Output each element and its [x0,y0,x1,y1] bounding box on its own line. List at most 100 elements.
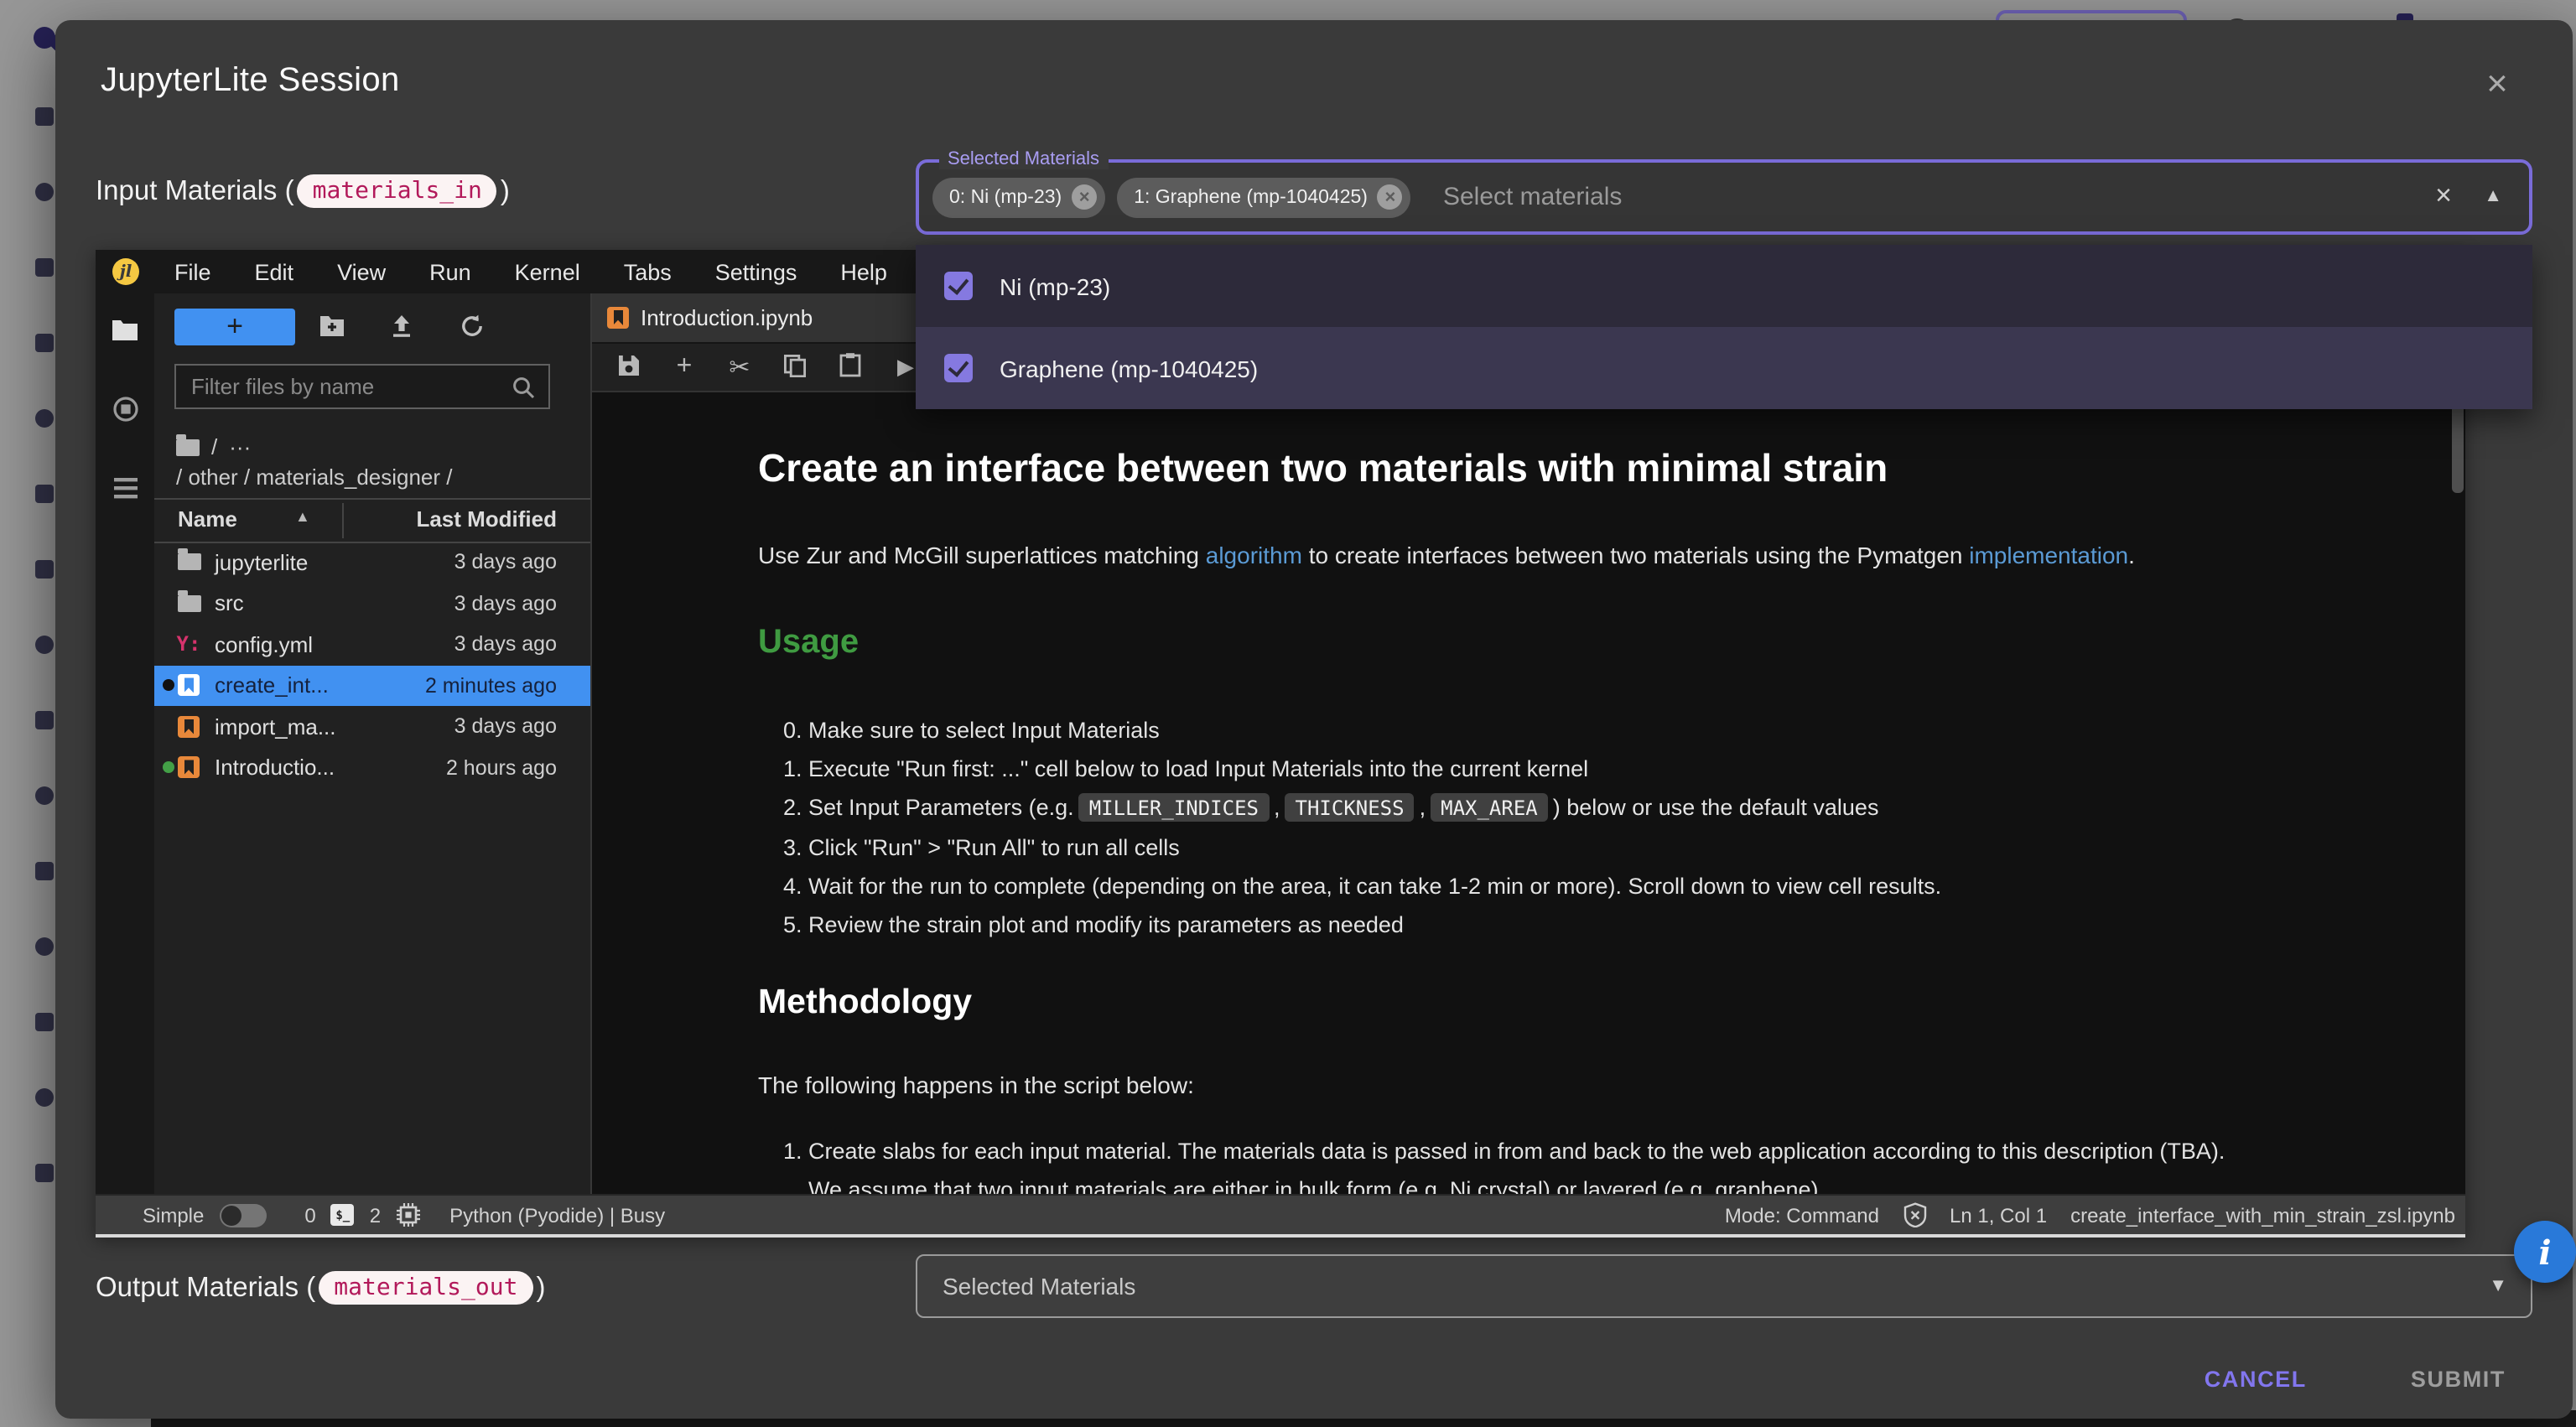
usage-item: 1. Execute "Run first: ..." cell below t… [783,750,1941,788]
menu-file[interactable]: File [153,259,233,284]
simple-mode-toggle[interactable] [219,1203,266,1227]
output-materials-suffix: ) [536,1272,545,1304]
file-list-header[interactable]: Name ▲ Last Modified [154,498,590,543]
checkbox-checked-icon[interactable] [944,354,973,382]
option-ni[interactable]: Ni (mp-23) [916,245,2532,327]
option-label: Ni (mp-23) [1000,272,1110,299]
filter-files-input[interactable] [176,374,512,399]
jupyter-status-bar: Simple 0 $_ 2 Python (Pyodide) | Busy Mo… [96,1194,2465,1234]
sidebar-icon [35,1164,54,1182]
file-row-config[interactable]: Y: config.yml 3 days ago [154,624,590,665]
sidebar-icon [35,334,54,352]
upload-icon[interactable] [389,314,414,347]
inspector-tab-icon[interactable] [112,476,138,500]
selected-materials-field[interactable]: Selected Materials 0: Ni (mp-23) × 1: Gr… [916,159,2532,235]
breadcrumb-path: / other / materials_designer / [176,464,453,490]
new-folder-icon[interactable] [319,314,345,345]
usage-item: 4. Wait for the run to complete (dependi… [783,867,1941,905]
menu-kernel[interactable]: Kernel [493,259,602,284]
menu-help[interactable]: Help [818,259,909,284]
text-segment: 4. Wait for the run to complete (dependi… [783,874,1941,899]
inline-link[interactable]: implementation [1969,542,2128,568]
text-segment: to create interfaces between two materia… [1302,542,1969,568]
sidebar-icon [35,862,54,880]
sidebar-icon [35,560,54,579]
file-row-src[interactable]: src 3 days ago [154,583,590,624]
home-folder-icon[interactable] [176,438,200,455]
notebook-file-icon [607,307,629,329]
column-name[interactable]: Name [178,506,237,532]
save-icon[interactable] [615,353,642,381]
terminals-count: 0 [304,1203,315,1227]
materials-in-code: materials_in [298,174,497,208]
methodology-item-line1: 1. Create slabs for each input material.… [783,1132,2225,1170]
app-sidebar [35,107,54,1182]
kernel-status[interactable]: Python (Pyodide) | Busy [449,1203,665,1227]
sidebar-icon [35,786,54,805]
file-row-create-interface[interactable]: create_int... 2 minutes ago [154,665,590,706]
search-icon [512,375,535,398]
menu-view[interactable]: View [315,259,408,284]
menu-run[interactable]: Run [408,259,493,284]
info-fab-button[interactable]: i [2514,1221,2576,1283]
jupyterlite-logo-icon: jl [112,258,139,285]
scrollbar-thumb[interactable] [2452,396,2464,493]
inline-code: THICKNESS [1285,794,1415,822]
new-launcher-button[interactable]: + [174,309,295,345]
column-last-modified[interactable]: Last Modified [416,506,557,532]
file-modified: 2 minutes ago [425,674,557,698]
select-materials-placeholder: Select materials [1443,183,1622,211]
sidebar-icon [35,1013,54,1031]
clear-selection-icon[interactable]: × [2435,179,2452,213]
running-kernel-dot-icon [163,762,174,774]
file-modified: 2 hours ago [446,756,557,780]
refresh-icon[interactable] [460,314,485,347]
cursor-position[interactable]: Ln 1, Col 1 [1950,1203,2047,1227]
file-browser-tab-icon[interactable] [111,317,139,342]
add-cell-icon[interactable]: + [671,352,698,382]
collapse-dropdown-icon[interactable]: ▲ [2484,186,2502,206]
output-materials-select[interactable]: Selected Materials ▼ [916,1254,2532,1318]
sidebar-icon [35,409,54,428]
usage-list: 0. Make sure to select Input Materials 1… [783,711,1941,944]
notebook-file-icon [178,757,200,779]
option-graphene[interactable]: Graphene (mp-1040425) [916,327,2532,409]
dialog-actions: CANCEL SUBMIT [2181,1352,2529,1407]
menu-edit[interactable]: Edit [233,259,316,284]
close-icon[interactable]: × [2470,57,2524,111]
usage-heading: Usage [758,624,859,662]
copy-cells-icon[interactable] [782,353,808,381]
paste-cells-icon[interactable] [837,352,864,382]
material-chip[interactable]: 0: Ni (mp-23) × [932,177,1105,217]
output-select-value: Selected Materials [943,1273,1135,1300]
file-modified: 3 days ago [454,633,557,656]
file-row-jupyterlite[interactable]: jupyterlite 3 days ago [154,542,590,583]
text-segment: 1. Execute "Run first: ..." cell below t… [783,757,1588,782]
sort-ascending-icon[interactable]: ▲ [295,508,310,525]
chip-remove-icon[interactable]: × [1072,184,1097,210]
expand-dropdown-icon: ▼ [2489,1276,2507,1296]
file-row-import-material[interactable]: import_ma... 3 days ago [154,706,590,747]
cut-cells-icon[interactable]: ✂ [726,352,753,382]
tab-introduction-ipynb[interactable]: Introduction.ipynb [592,293,919,342]
notebook-file-icon [178,716,200,738]
file-list: jupyterlite 3 days ago src 3 days ago Y:… [154,542,590,788]
running-kernels-tab-icon[interactable] [112,396,138,423]
material-chip[interactable]: 1: Graphene (mp-1040425) × [1117,177,1411,217]
text-segment: 2. Set Input Parameters (e.g. [783,796,1074,821]
yaml-file-icon: Y: [177,633,201,656]
jupyter-activity-bar [96,293,154,1194]
option-label: Graphene (mp-1040425) [1000,355,1258,381]
cancel-button[interactable]: CANCEL [2181,1352,2330,1407]
submit-button[interactable]: SUBMIT [2387,1352,2529,1407]
menu-settings[interactable]: Settings [693,259,819,284]
notebook-h1: Create an interface between two material… [758,446,1888,491]
menu-tabs[interactable]: Tabs [602,259,693,284]
breadcrumb-ellipsis[interactable]: ··· [229,434,251,459]
inline-link[interactable]: algorithm [1206,542,1302,568]
sidebar-icon [35,937,54,956]
checkbox-checked-icon[interactable] [944,272,973,300]
chip-remove-icon[interactable]: × [1378,184,1403,210]
file-modified: 3 days ago [454,592,557,615]
file-row-introduction[interactable]: Introductio... 2 hours ago [154,747,590,788]
